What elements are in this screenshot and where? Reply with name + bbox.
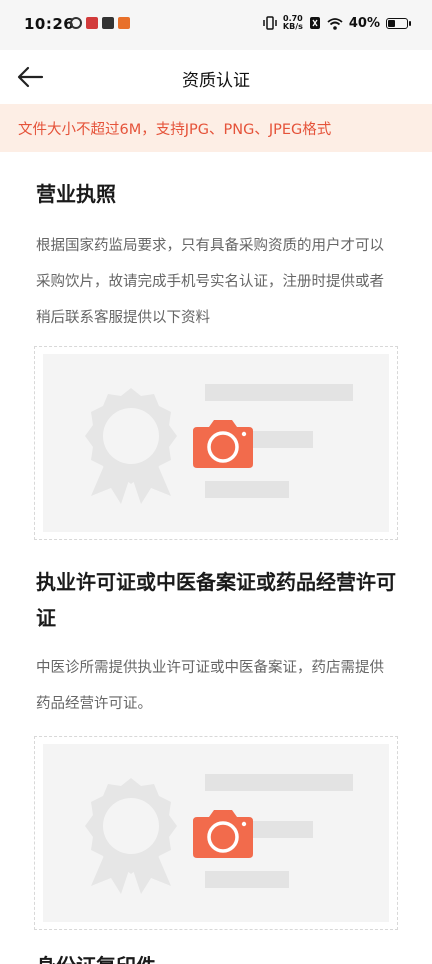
battery-icon — [386, 17, 411, 29]
placeholder-line — [205, 774, 353, 791]
section-description: 中医诊所需提供执业许可证或中医备案证，药店需提供药品经营许可证。 — [36, 660, 384, 712]
app-header: 资质认证 — [0, 50, 432, 104]
practice-license-upload[interactable] — [34, 736, 398, 930]
page-title: 资质认证 — [182, 71, 250, 91]
section-title: 营业执照 — [36, 182, 116, 206]
vibrate-icon — [263, 16, 277, 30]
notification-icons — [70, 17, 130, 29]
shop-notification-icon — [86, 17, 98, 29]
section-title: 执业许可证或中医备案证或药品经营许可证 — [36, 570, 396, 630]
status-bar: 10:26 0.70 KB/s 40% — [0, 0, 432, 50]
status-right: 0.70 KB/s 40% — [263, 15, 411, 31]
sim-icon — [309, 17, 320, 29]
wifi-icon — [327, 17, 343, 30]
placeholder-line — [205, 384, 353, 401]
business-license-upload[interactable] — [34, 346, 398, 540]
placeholder-line — [249, 821, 313, 838]
placeholder-line — [249, 431, 313, 448]
store-notification-icon — [118, 17, 130, 29]
mail-notification-icon — [102, 17, 114, 29]
award-badge-icon — [85, 778, 177, 894]
camera-icon — [193, 420, 253, 468]
placeholder-line — [205, 481, 289, 498]
app-notification-icon — [70, 17, 82, 29]
section-title: 身份证复印件 — [36, 948, 406, 964]
battery-percent: 40% — [348, 15, 380, 31]
battery-level — [388, 19, 395, 27]
status-time: 10:26 — [24, 15, 75, 33]
section-description: 根据国家药监局要求，只有具备采购资质的用户才可以采购饮片，故请完成手机号实名认证… — [36, 238, 384, 326]
camera-icon — [193, 810, 253, 858]
upload-placeholder — [43, 354, 389, 532]
net-speed-unit: KB/s — [282, 22, 303, 31]
upload-notice: 文件大小不超过6M，支持JPG、PNG、JPEG格式 — [0, 104, 432, 152]
net-speed: 0.70 KB/s — [283, 15, 303, 31]
notice-text: 文件大小不超过6M，支持JPG、PNG、JPEG格式 — [18, 122, 332, 138]
award-badge-icon — [85, 388, 177, 504]
placeholder-line — [205, 871, 289, 888]
upload-placeholder — [43, 744, 389, 922]
